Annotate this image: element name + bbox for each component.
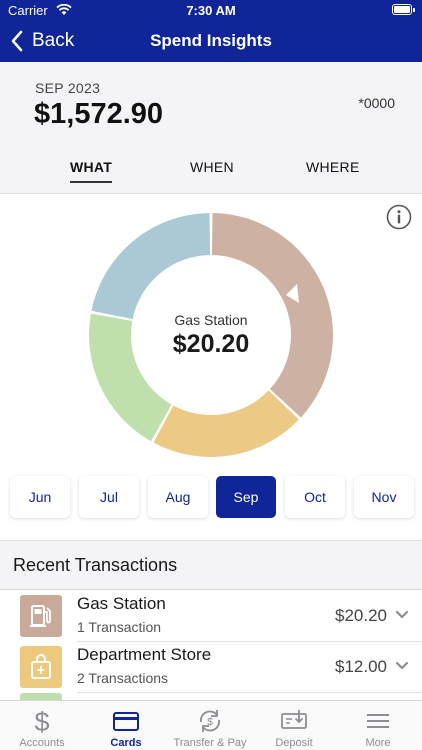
tabbar-deposit[interactable]: Deposit	[252, 701, 336, 750]
transaction-row-partial[interactable]	[20, 693, 62, 700]
tab-what[interactable]: WHAT	[70, 159, 113, 183]
tab-what-label: WHAT	[70, 159, 113, 175]
month-aug[interactable]: Aug	[148, 476, 208, 518]
battery-icon	[392, 4, 415, 15]
chevron-down-icon[interactable]	[395, 610, 409, 620]
spend-summary: SEP 2023 $1,572.90 *0000 WHAT WHEN WHERE	[0, 62, 422, 194]
donut-slice[interactable]	[91, 213, 211, 320]
status-time: 7:30 AM	[186, 3, 236, 18]
tab-where[interactable]: WHERE	[306, 159, 360, 175]
info-icon[interactable]	[386, 204, 412, 230]
summary-period: SEP 2023	[35, 80, 101, 96]
transaction-count: 1 Transaction	[77, 619, 162, 635]
deposit-icon	[281, 710, 307, 729]
tabbar-more[interactable]: More	[336, 701, 420, 750]
tabbar-label: Cards	[110, 737, 142, 749]
status-bar: Carrier 7:30 AM	[0, 0, 422, 22]
tabbar-accounts[interactable]: $ Accounts	[0, 701, 84, 750]
tabbar-label: Transfer & Pay	[173, 737, 247, 749]
section-title: Recent Transactions	[13, 555, 178, 575]
month-oct[interactable]: Oct	[285, 476, 345, 518]
menu-icon	[367, 714, 389, 728]
row-divider	[77, 692, 422, 693]
summary-amount: $1,572.90	[34, 98, 164, 130]
transaction-category: Department Store	[77, 645, 212, 664]
chevron-down-icon[interactable]	[395, 661, 409, 671]
svg-text:$: $	[207, 717, 213, 728]
month-sep[interactable]: Sep	[216, 476, 276, 518]
month-selector: Jun Jul Aug Sep Oct Nov	[0, 476, 422, 520]
dollar-icon: $	[34, 707, 49, 736]
chart-center-amount: $20.20	[172, 330, 250, 358]
tab-when-label: WHEN	[190, 159, 234, 175]
nav-header: Carrier 7:30 AM Back Spend Insights	[0, 0, 422, 62]
svg-text:$: $	[34, 707, 49, 736]
transaction-row-department-store[interactable]: Department Store 2 Transactions $12.00	[0, 642, 422, 693]
recent-transactions-header: Recent Transactions	[0, 540, 422, 590]
page-title: Spend Insights	[150, 31, 272, 50]
transaction-count: 2 Transactions	[77, 670, 169, 686]
tabbar-cards[interactable]: Cards	[84, 701, 168, 750]
month-nov[interactable]: Nov	[354, 476, 414, 518]
tabbar-label: Deposit	[275, 737, 313, 749]
selected-tab-indicator	[70, 181, 113, 183]
gas-pump-icon	[20, 595, 62, 637]
tab-where-label: WHERE	[306, 159, 360, 175]
transaction-amount: $20.20	[335, 606, 387, 625]
month-jul[interactable]: Jul	[79, 476, 139, 518]
transaction-amount: $12.00	[335, 657, 387, 676]
month-jun[interactable]: Jun	[10, 476, 70, 518]
tabbar-label: Accounts	[19, 737, 65, 749]
transaction-row-gas-station[interactable]: Gas Station 1 Transaction $20.20	[0, 591, 422, 642]
tabbar-label: More	[365, 737, 391, 749]
transaction-category: Gas Station	[77, 594, 166, 613]
tabbar-transfer-pay[interactable]: $ Transfer & Pay	[168, 701, 252, 750]
transfer-icon: $	[200, 710, 220, 732]
card-icon	[113, 712, 139, 731]
bottom-tab-bar: $ Accounts Cards $ Transfer & Pay Deposi…	[0, 700, 422, 750]
donut-slice[interactable]	[153, 390, 299, 457]
shopping-bag-icon	[20, 646, 62, 688]
chart-center-label: Gas Station	[174, 312, 248, 328]
account-number: *0000	[358, 95, 395, 111]
tab-when[interactable]: WHEN	[190, 159, 234, 175]
